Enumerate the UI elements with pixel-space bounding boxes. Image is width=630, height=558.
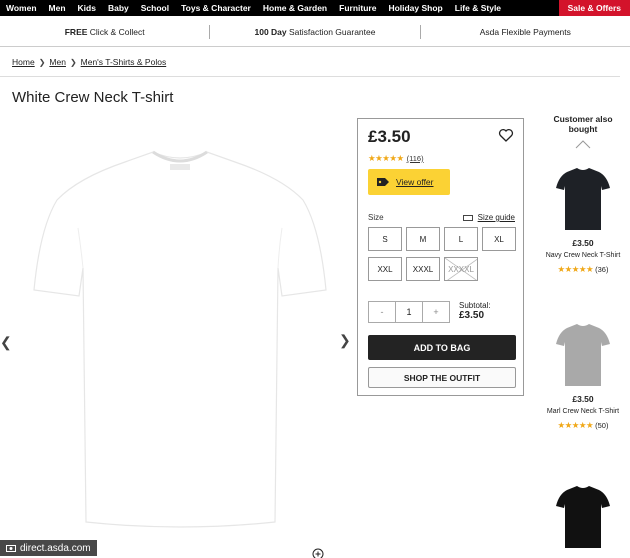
- recommended-product[interactable]: £3.50 Navy Crew Neck T-Shirt ★★★★★ (36): [540, 166, 626, 275]
- customer-also-bought: Customer also bought: [540, 114, 626, 149]
- size-option-xxl[interactable]: XXL: [368, 257, 402, 281]
- breadcrumb-men[interactable]: Men: [49, 57, 66, 67]
- nav-school[interactable]: School: [135, 0, 175, 16]
- flexible-payments-info[interactable]: Asda Flexible Payments: [421, 27, 630, 37]
- size-option-s[interactable]: S: [368, 227, 402, 251]
- product-thumbnail[interactable]: [555, 484, 611, 550]
- size-guide-label: Size guide: [477, 213, 515, 222]
- heart-icon[interactable]: [498, 127, 514, 143]
- divider: [0, 76, 620, 77]
- star-rating-icon: ★★★★★: [557, 420, 594, 430]
- size-label: Size: [368, 213, 384, 222]
- chevron-right-icon[interactable]: ❯: [339, 332, 351, 349]
- size-option-xl[interactable]: XL: [482, 227, 516, 251]
- click-collect-text: Click & Collect: [89, 27, 145, 37]
- quantity-increase-button[interactable]: +: [423, 302, 449, 322]
- recommended-price: £3.50: [572, 394, 594, 404]
- zoom-in-icon[interactable]: [312, 548, 324, 558]
- nav-home-garden[interactable]: Home & Garden: [257, 0, 333, 16]
- size-guide-link[interactable]: Size guide: [462, 213, 515, 222]
- purchase-panel: £3.50 ★★★★★ (116) View offer Size Size g…: [357, 118, 524, 396]
- source-watermark: direct.asda.com: [0, 540, 97, 556]
- quantity-stepper: - 1 +: [368, 301, 450, 323]
- star-rating-icon: ★★★★★: [368, 153, 404, 163]
- recommended-product[interactable]: [540, 484, 626, 550]
- nav-life-style[interactable]: Life & Style: [449, 0, 507, 16]
- recommended-product[interactable]: £3.50 Marl Crew Neck T-Shirt ★★★★★ (50): [540, 322, 626, 431]
- click-collect-info[interactable]: FREE Click & Collect: [0, 27, 209, 37]
- product-image[interactable]: [20, 118, 340, 548]
- chevron-up-icon[interactable]: [575, 140, 591, 149]
- recommended-rating: ★★★★★ (36): [540, 264, 626, 275]
- recommended-rating: ★★★★★ (50): [540, 420, 626, 431]
- chevron-right-icon: ❯: [38, 57, 46, 67]
- view-offer-label: View offer: [396, 177, 434, 187]
- nav-baby[interactable]: Baby: [102, 0, 135, 16]
- product-thumbnail[interactable]: [555, 322, 611, 388]
- size-selector: S M L XL XXL XXXL XXXXL: [368, 227, 518, 281]
- subtotal-value: £3.50: [459, 310, 485, 321]
- guarantee-bold: 100 Day: [254, 27, 287, 37]
- divider: [0, 46, 630, 47]
- recommended-name[interactable]: Marl Crew Neck T-Shirt: [540, 407, 626, 416]
- chevron-left-icon[interactable]: ❮: [0, 334, 12, 351]
- quantity-input[interactable]: 1: [396, 302, 423, 322]
- quantity-decrease-button[interactable]: -: [369, 302, 396, 322]
- camera-icon: [6, 545, 16, 552]
- nav-holiday-shop[interactable]: Holiday Shop: [382, 0, 448, 16]
- nav-sale-offers[interactable]: Sale & Offers: [558, 0, 630, 16]
- breadcrumb-home[interactable]: Home: [12, 57, 35, 67]
- recommended-review-count: (36): [595, 265, 609, 274]
- recommended-name[interactable]: Navy Crew Neck T-Shirt: [540, 251, 626, 260]
- info-bar: FREE Click & Collect 100 Day Satisfactio…: [0, 22, 630, 42]
- size-option-label: XXXXL: [448, 264, 474, 274]
- recommended-price: £3.50: [572, 238, 594, 248]
- watermark-text: direct.asda.com: [20, 542, 91, 554]
- ruler-icon: [462, 214, 473, 221]
- nav-kids[interactable]: Kids: [72, 0, 102, 16]
- nav-women[interactable]: Women: [0, 0, 43, 16]
- nav-furniture[interactable]: Furniture: [333, 0, 382, 16]
- guarantee-text: Satisfaction Guarantee: [289, 27, 376, 37]
- breadcrumb-tshirts-polos[interactable]: Men's T-Shirts & Polos: [81, 57, 167, 67]
- top-navigation: Women Men Kids Baby School Toys & Charac…: [0, 0, 630, 16]
- star-rating-icon: ★★★★★: [557, 264, 594, 274]
- product-thumbnail[interactable]: [555, 166, 611, 232]
- review-count[interactable]: (116): [407, 154, 424, 163]
- also-bought-heading: Customer also bought: [553, 114, 613, 134]
- size-option-xxxl[interactable]: XXXL: [406, 257, 440, 281]
- size-option-l[interactable]: L: [444, 227, 478, 251]
- tag-icon: [377, 178, 389, 186]
- subtotal: Subtotal: £3.50: [459, 301, 491, 321]
- page-title: White Crew Neck T-shirt: [12, 89, 174, 106]
- breadcrumb: Home ❯ Men ❯ Men's T-Shirts & Polos: [12, 57, 166, 67]
- shop-the-outfit-button[interactable]: SHOP THE OUTFIT: [368, 367, 516, 388]
- view-offer-button[interactable]: View offer: [368, 169, 450, 195]
- nav-toys-character[interactable]: Toys & Character: [175, 0, 257, 16]
- recommended-review-count: (50): [595, 421, 609, 430]
- click-collect-bold: FREE: [64, 27, 88, 37]
- product-price: £3.50: [368, 127, 411, 146]
- guarantee-info[interactable]: 100 Day Satisfaction Guarantee: [210, 27, 419, 37]
- size-option-xxxxl-unavailable[interactable]: XXXXL: [444, 257, 478, 281]
- add-to-bag-button[interactable]: ADD TO BAG: [368, 335, 516, 360]
- size-option-m[interactable]: M: [406, 227, 440, 251]
- product-rating[interactable]: ★★★★★ (116): [368, 153, 424, 164]
- chevron-right-icon: ❯: [69, 57, 77, 67]
- nav-men[interactable]: Men: [43, 0, 72, 16]
